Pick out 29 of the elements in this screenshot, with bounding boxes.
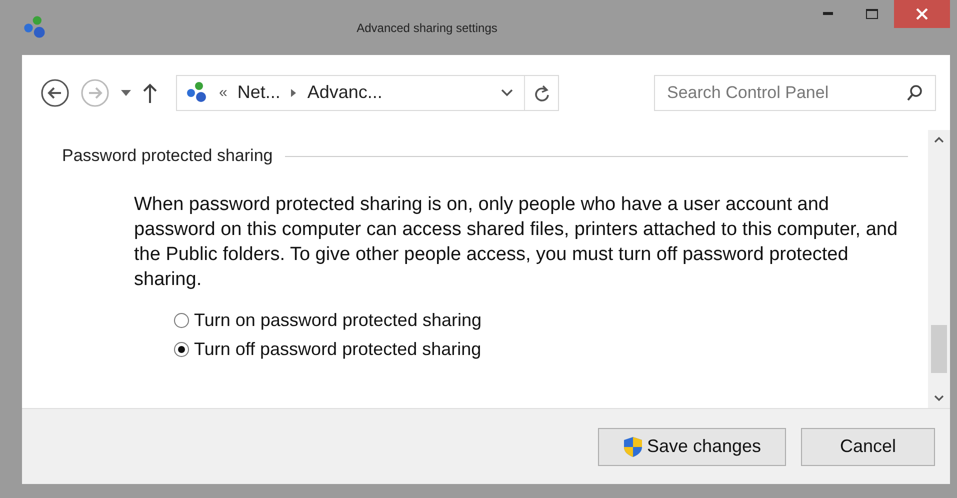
address-bar[interactable]: « Net... Advanc... (176, 74, 559, 110)
minimize-icon (822, 12, 833, 16)
maximize-icon (866, 9, 878, 19)
save-button[interactable]: Save changes (598, 428, 786, 466)
network-icon (185, 80, 209, 104)
shield-icon (622, 436, 643, 458)
breadcrumb-overflow[interactable]: « (219, 84, 228, 101)
chevron-up-icon (934, 136, 944, 143)
scrollbar[interactable] (928, 130, 950, 408)
window-title: Advanced sharing settings (356, 20, 498, 34)
breadcrumb-item[interactable]: Advanc... (307, 82, 382, 103)
close-icon (916, 8, 928, 20)
radio-option[interactable]: Turn on password protected sharing (174, 310, 928, 331)
radio-option[interactable]: Turn off password protected sharing (174, 339, 928, 360)
chevron-icon (290, 88, 298, 98)
chevron-down-icon (934, 395, 944, 402)
close-button[interactable] (894, 0, 950, 28)
search-field[interactable]: Search Control Panel (654, 74, 936, 110)
section-heading: Password protected sharing (62, 146, 273, 166)
description-text: When password protected sharing is on, only people who have a user account and password on this computer can access shared files, printers attached to this computer, and the Public folders. To give other people access, you must turn off password protected sharing. (134, 193, 899, 292)
breadcrumb-item[interactable]: Net... (237, 82, 280, 103)
search-icon (906, 84, 924, 102)
up-button[interactable] (142, 82, 158, 104)
refresh-icon (534, 84, 550, 102)
chevron-down-icon (501, 88, 513, 96)
back-button[interactable] (40, 78, 70, 108)
scroll-thumb[interactable] (931, 325, 947, 373)
cancel-button[interactable]: Cancel (801, 428, 935, 466)
dropdown-button[interactable] (120, 88, 132, 96)
